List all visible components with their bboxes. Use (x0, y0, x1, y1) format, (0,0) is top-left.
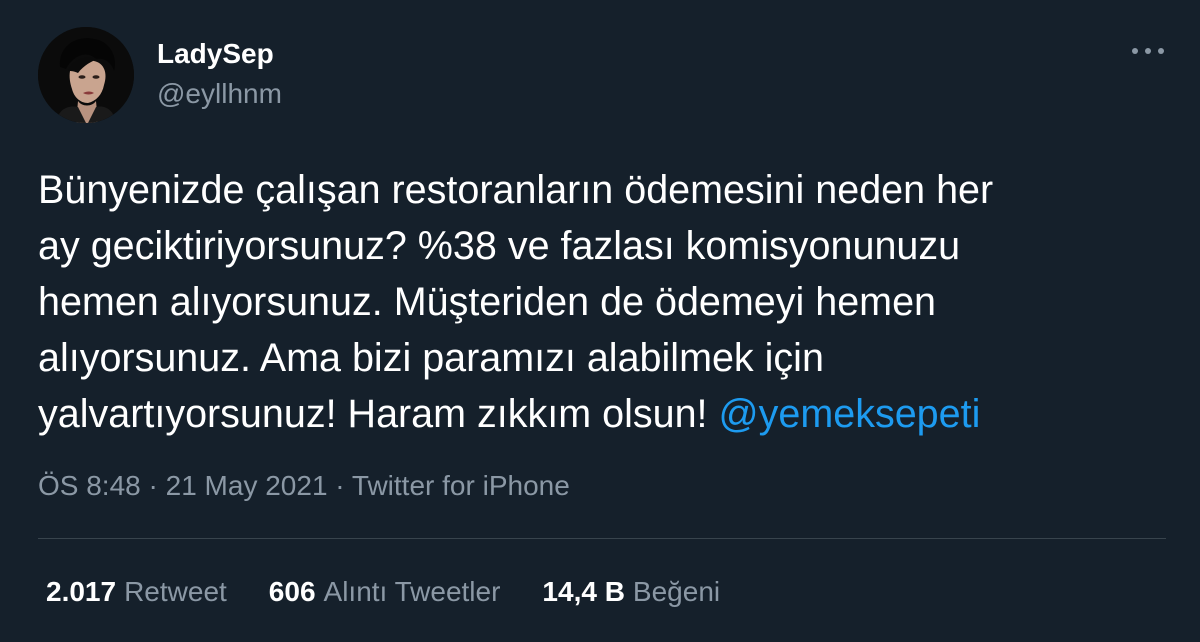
user-handle[interactable]: @eyllhnm (157, 78, 282, 110)
avatar-image (38, 27, 134, 123)
tweet-date[interactable]: 21 May 2021 (166, 470, 328, 501)
tweet-source[interactable]: Twitter for iPhone (352, 470, 570, 501)
retweet-number: 2.017 (46, 576, 117, 607)
retweet-label: Retweet (124, 576, 227, 607)
tweet-card: LadySep @eyllhnm Bünyenizde çalışan rest… (0, 0, 1200, 642)
tweet-stats: 2.017 Retweet 606 Alıntı Tweetler 14,4 B Be… (46, 576, 762, 608)
divider (38, 538, 1166, 539)
more-options-button[interactable] (1126, 36, 1170, 66)
tweet-text: Bünyenizde çalışan restoranların ödemesi… (38, 162, 1168, 442)
tweet-metadata: ÖS 8:48 · 21 May 2021 · Twitter for iPho… (38, 470, 570, 502)
avatar[interactable] (38, 27, 134, 123)
tweet-time[interactable]: ÖS 8:48 (38, 470, 141, 501)
retweet-count[interactable]: 2.017 Retweet (46, 576, 227, 608)
meta-separator: · (327, 470, 352, 501)
mention-link[interactable]: @yemeksepeti (719, 392, 981, 436)
like-number: 14,4 B (542, 576, 625, 607)
quote-tweet-count[interactable]: 606 Alıntı Tweetler (269, 576, 501, 608)
like-label: Beğeni (632, 576, 721, 607)
meta-separator: · (140, 470, 166, 501)
more-dots-icon (1132, 48, 1164, 54)
display-name[interactable]: LadySep (157, 38, 274, 70)
quote-label: Alıntı Tweetler (323, 576, 501, 607)
like-count[interactable]: 14,4 B Beğeni (542, 576, 720, 608)
quote-number: 606 (268, 576, 316, 607)
